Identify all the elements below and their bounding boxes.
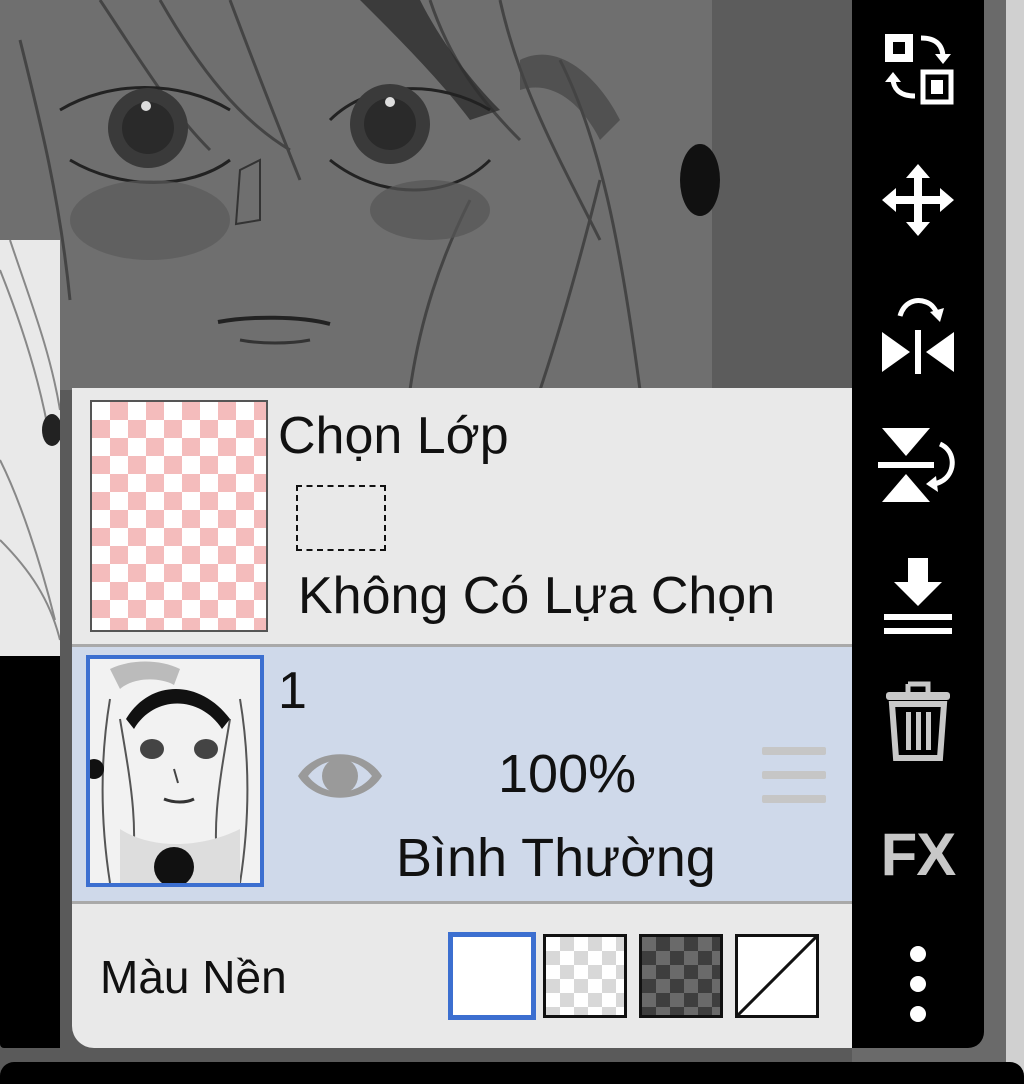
bg-swatch-light-checker[interactable] — [543, 934, 627, 1018]
flip-vertical-icon — [878, 428, 955, 502]
layer-panel: Chọn Lớp Không Có Lựa Chọn 1 100% Bình T… — [72, 388, 852, 1048]
selection-layer-title: Chọn Lớp — [278, 407, 509, 465]
background-color-row: Màu Nền — [72, 904, 852, 1048]
canvas-edge-dark — [0, 656, 60, 1048]
layer-opacity[interactable]: 100% — [498, 743, 636, 805]
bg-swatch-white[interactable] — [448, 932, 536, 1020]
selection-status: Không Có Lựa Chọn — [298, 567, 776, 625]
trash-icon — [886, 681, 950, 761]
swap-layers-icon — [885, 34, 954, 105]
merge-down-button[interactable] — [852, 546, 984, 646]
bg-swatch-none[interactable] — [735, 934, 819, 1018]
bg-swatch-dark-checker[interactable] — [639, 934, 723, 1018]
layer-thumbnail[interactable] — [86, 655, 264, 887]
swap-layers-button[interactable] — [852, 18, 984, 118]
selection-marquee-icon — [296, 485, 386, 551]
flip-horizontal-icon — [882, 298, 954, 374]
artwork-sketch — [0, 0, 852, 390]
reorder-handle-icon[interactable] — [762, 747, 826, 803]
layer-blend-mode[interactable]: Bình Thường — [396, 827, 716, 889]
fx-button[interactable]: FX — [852, 804, 984, 904]
layer-name: 1 — [278, 662, 307, 720]
flip-vertical-button[interactable] — [852, 414, 984, 514]
layer-toolbar: FX — [852, 0, 984, 1048]
delete-layer-button[interactable] — [852, 670, 984, 770]
layer-row-1[interactable]: 1 100% Bình Thường — [72, 647, 852, 904]
move-icon — [882, 164, 954, 236]
merge-down-icon — [884, 558, 952, 634]
reference-image-edge — [0, 240, 60, 656]
fx-label: FX — [880, 820, 957, 888]
move-button[interactable] — [852, 150, 984, 250]
selection-layer-row[interactable]: Chọn Lớp Không Có Lựa Chọn — [72, 388, 852, 647]
background-color-label: Màu Nền — [100, 951, 287, 1003]
flip-horizontal-button[interactable] — [852, 282, 984, 382]
more-vertical-icon — [910, 946, 926, 1022]
side-edge — [984, 0, 1024, 1084]
selection-layer-thumbnail[interactable] — [90, 400, 268, 632]
visibility-eye-icon[interactable] — [294, 741, 386, 811]
more-options-button[interactable] — [852, 934, 984, 1034]
bottom-bar — [0, 1062, 1024, 1084]
